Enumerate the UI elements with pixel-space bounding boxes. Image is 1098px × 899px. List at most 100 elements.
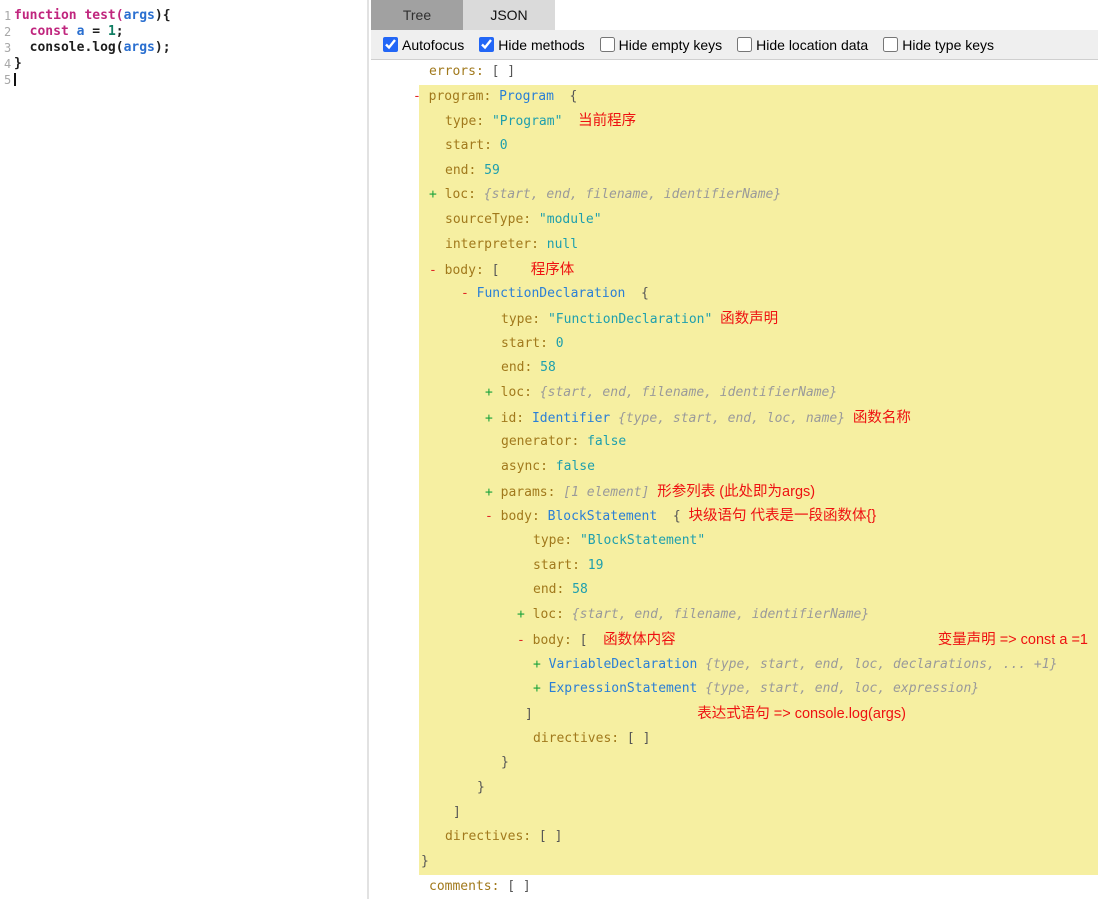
tree-row: async: false [371,455,1098,480]
code-identifier: args [123,40,155,55]
expand-icon[interactable]: + [485,385,501,400]
tree-key[interactable]: params: [501,485,564,500]
code-editor-lines[interactable]: 1 function test(args){2 const a = 1; 3 con… [0,0,367,88]
node-type-link[interactable]: Identifier [532,411,610,426]
tree-key[interactable]: comments: [429,879,507,894]
bracket: } [421,854,429,869]
tab-json[interactable]: JSON [463,0,555,30]
line-number: 1 [4,9,12,23]
tree-key[interactable]: directives: [445,829,539,844]
collapsed-preview: [1 element] [563,484,650,500]
checkbox-hide-type-keys[interactable] [883,37,899,52]
tree-key[interactable]: start: [501,336,556,351]
expand-icon[interactable]: + [485,411,501,426]
tree-key[interactable]: interpreter: [445,237,547,252]
tree-row: - body: BlockStatement { 块级语句 代表是一段函数体{} [371,504,1098,529]
tree-row: type: "Program" 当前程序 [371,109,1098,134]
node-type-link[interactable]: FunctionDeclaration [477,286,626,301]
tree-key[interactable]: body: [445,263,492,278]
code-line[interactable]: 5 [0,72,367,88]
annotation-text: 块级语句 代表是一段函数体{} [688,508,877,525]
annotation-text: 当前程序 [578,113,637,130]
expand-icon[interactable]: + [517,607,533,622]
tree-key[interactable]: loc: [533,607,572,622]
tree-key[interactable]: loc: [501,385,540,400]
tree-key[interactable]: end: [501,360,540,375]
tree-key[interactable]: program: [429,89,499,104]
tree-row: directives: [ ] [371,825,1098,850]
line-number: 2 [4,25,12,39]
checkbox-hide-empty-keys[interactable] [599,37,615,52]
tree-key[interactable]: generator: [501,434,587,449]
expand-icon[interactable]: + [533,657,549,672]
tree-key[interactable]: body: [501,509,548,524]
option-hide-methods[interactable]: Hide methods [479,37,585,53]
code-line[interactable]: 1 function test(args){ [0,8,367,24]
node-type-link[interactable]: Program [499,89,554,104]
tree-key[interactable]: directives: [533,731,627,746]
option-autofocus[interactable]: Autofocus [383,37,464,53]
expand-icon[interactable]: + [485,485,501,500]
tree-key[interactable]: errors: [429,64,492,79]
checkbox-autofocus[interactable] [383,37,398,52]
tree-row: + ExpressionStatement {type, start, end,… [371,677,1098,702]
tree-key[interactable]: loc: [445,187,484,202]
tree-key[interactable]: async: [501,459,556,474]
node-value: 59 [484,162,500,178]
node-type-link[interactable]: BlockStatement [548,509,658,524]
collapse-icon[interactable]: - [461,286,477,301]
collapse-icon[interactable]: - [517,633,533,648]
tree-row: + loc: {start, end, filename, identifier… [371,381,1098,406]
code-text: ){ [154,8,171,23]
tree-key[interactable]: sourceType: [445,212,539,227]
line-number: 5 [4,73,12,87]
tree-row: end: 58 [371,356,1098,381]
option-hide-type-keys[interactable]: Hide type keys [883,37,994,53]
tree-key[interactable]: end: [445,163,484,178]
tree-row: type: "BlockStatement" [371,529,1098,554]
checkbox-hide-location-data[interactable] [737,37,753,52]
code-line[interactable]: 4} [0,56,367,72]
tree-key[interactable]: end: [533,582,572,597]
tree-row: } [371,776,1098,801]
collapsed-preview: {start, end, filename, identifierName} [571,607,870,623]
checkbox-label: Autofocus [402,36,465,53]
code-line[interactable]: 3 console.log(args); [0,40,367,56]
tree-key[interactable]: id: [501,411,532,426]
ast-tree-rows: errors: [ ] - program: Program { type: "Pr… [371,60,1098,899]
tree-key[interactable]: start: [445,138,500,153]
code-line[interactable]: 2 const a = 1; [0,24,367,40]
expand-icon[interactable]: + [429,187,445,202]
collapse-icon[interactable]: - [413,89,429,104]
tree-row: } [371,850,1098,875]
tree-row: type: "FunctionDeclaration" 函数声明 [371,307,1098,332]
code-editor-panel[interactable]: 1 function test(args){2 const a = 1; 3 con… [0,0,369,899]
expand-icon[interactable]: + [533,681,549,696]
tree-key[interactable]: type: [445,114,492,129]
option-hide-location-data[interactable]: Hide location data [737,37,868,53]
tree-row: comments: [ ] [371,875,1098,899]
bracket: [ ] [626,730,651,746]
tree-key[interactable]: start: [533,558,588,573]
bracket: { [553,88,578,104]
collapse-icon[interactable]: - [485,509,501,524]
tree-row: - body: [ 函数体内容 变量声明 => const a =1 [371,628,1098,653]
tree-key[interactable]: type: [533,533,580,548]
annotation-text: 函数体内容 [603,631,676,648]
node-type-link[interactable]: VariableDeclaration [549,657,698,672]
tab-tree[interactable]: Tree [371,0,463,30]
node-value: false [587,434,627,450]
tree-key[interactable]: type: [501,312,548,327]
checkbox-hide-methods[interactable] [479,37,495,52]
option-hide-empty-keys[interactable]: Hide empty keys [599,37,722,53]
node-type-link[interactable]: ExpressionStatement [549,681,698,696]
tree-key[interactable]: body: [533,633,580,648]
collapse-icon[interactable]: - [429,263,445,278]
tree-row: end: 58 [371,578,1098,603]
